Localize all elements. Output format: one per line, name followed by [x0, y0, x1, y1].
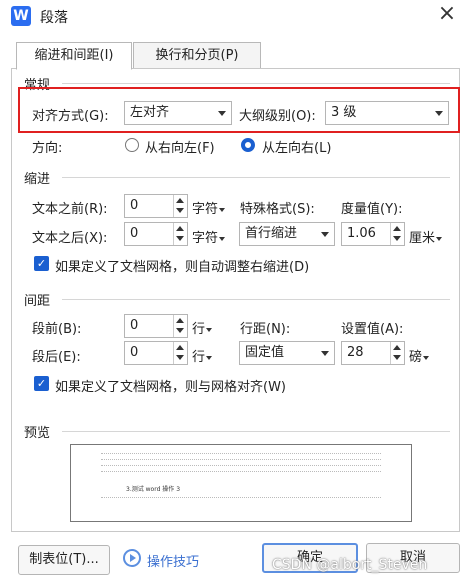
spin-arrows[interactable]	[173, 315, 187, 337]
measure-unit[interactable]: 厘米	[409, 227, 443, 246]
divider	[62, 299, 450, 300]
ltr-label[interactable]: 从左向右(L)	[262, 137, 331, 156]
space-before-input[interactable]: 0	[124, 314, 188, 338]
measure-input[interactable]: 1.06	[341, 222, 405, 246]
indent-before-input[interactable]: 0	[124, 194, 188, 218]
outline-level-select[interactable]: 3 级	[325, 101, 449, 125]
indent-before-label: 文本之前(R):	[32, 202, 108, 217]
divider	[62, 177, 450, 178]
alignment-value: 左对齐	[130, 105, 170, 120]
tabs-button[interactable]: 制表位(T)...	[18, 545, 110, 575]
special-format-select[interactable]: 首行缩进	[239, 222, 335, 246]
setting-value: 28	[347, 345, 364, 360]
space-before-value: 0	[130, 318, 139, 333]
section-indent-header: 缩进	[24, 172, 51, 187]
chevron-down-icon	[218, 111, 226, 116]
special-format-label: 特殊格式(S):	[240, 202, 315, 217]
section-preview-header: 预览	[24, 426, 51, 441]
spin-arrows[interactable]	[173, 195, 187, 217]
special-format-value: 首行缩进	[245, 226, 298, 241]
rtl-label[interactable]: 从右向左(F)	[145, 137, 215, 156]
ltr-radio[interactable]	[241, 138, 255, 152]
play-circle-icon[interactable]	[123, 549, 141, 567]
close-icon[interactable]: ×	[436, 3, 458, 26]
spin-arrows[interactable]	[173, 342, 187, 364]
preview-box: 3.测试 word 操作 3	[70, 444, 412, 522]
tips-link[interactable]: 操作技巧	[147, 551, 199, 570]
space-after-value: 0	[130, 345, 139, 360]
divider	[62, 431, 450, 432]
watermark: CSDN @albort_Steven	[272, 557, 428, 573]
section-spacing-header: 间距	[24, 294, 51, 309]
indent-after-label: 文本之后(X):	[32, 231, 108, 246]
spin-arrows[interactable]	[390, 342, 404, 364]
window-title: 段落	[40, 10, 68, 26]
indent-after-value: 0	[130, 226, 139, 241]
indent-after-input[interactable]: 0	[124, 222, 188, 246]
setting-value-input[interactable]: 28	[341, 341, 405, 365]
divider	[62, 83, 450, 84]
setting-value-label: 设置值(A):	[341, 322, 404, 337]
indent-before-unit[interactable]: 字符	[192, 198, 226, 217]
space-after-label: 段后(E):	[32, 350, 81, 365]
chevron-down-icon	[321, 232, 329, 237]
space-after-unit[interactable]: 行	[192, 346, 213, 365]
alignment-select[interactable]: 左对齐	[124, 101, 232, 125]
snap-grid-label[interactable]: 如果定义了文档网格，则与网格对齐(W)	[55, 376, 286, 395]
rtl-radio[interactable]	[125, 138, 139, 152]
measure-value: 1.06	[347, 226, 376, 241]
spin-arrows[interactable]	[173, 223, 187, 245]
outline-level-value: 3 级	[331, 105, 357, 120]
space-before-label: 段前(B):	[32, 322, 82, 337]
preview-sample-text: 3.测试 word 操作 3	[126, 486, 181, 493]
tab-line-page-breaks[interactable]: 换行和分页(P)	[133, 42, 261, 70]
auto-adjust-label[interactable]: 如果定义了文档网格，则自动调整右缩进(D)	[55, 256, 309, 275]
setting-unit[interactable]: 磅	[409, 346, 430, 365]
line-spacing-value: 固定值	[245, 345, 285, 360]
snap-grid-checkbox[interactable]: ✓	[34, 376, 49, 391]
align-label: 对齐方式(G):	[32, 109, 109, 124]
app-icon: W	[11, 6, 31, 26]
tab-indent-spacing[interactable]: 缩进和间距(I)	[16, 42, 132, 70]
space-before-unit[interactable]: 行	[192, 318, 213, 337]
measure-label: 度量值(Y):	[341, 202, 403, 217]
outline-level-label: 大纲级别(O):	[239, 109, 316, 124]
line-spacing-label: 行距(N):	[240, 322, 291, 337]
indent-after-unit[interactable]: 字符	[192, 227, 226, 246]
indent-before-value: 0	[130, 198, 139, 213]
direction-label: 方向:	[32, 141, 63, 156]
chevron-down-icon	[321, 351, 329, 356]
chevron-down-icon	[435, 111, 443, 116]
line-spacing-select[interactable]: 固定值	[239, 341, 335, 365]
auto-adjust-checkbox[interactable]: ✓	[34, 256, 49, 271]
section-general-header: 常规	[24, 78, 51, 93]
spin-arrows[interactable]	[390, 223, 404, 245]
space-after-input[interactable]: 0	[124, 341, 188, 365]
